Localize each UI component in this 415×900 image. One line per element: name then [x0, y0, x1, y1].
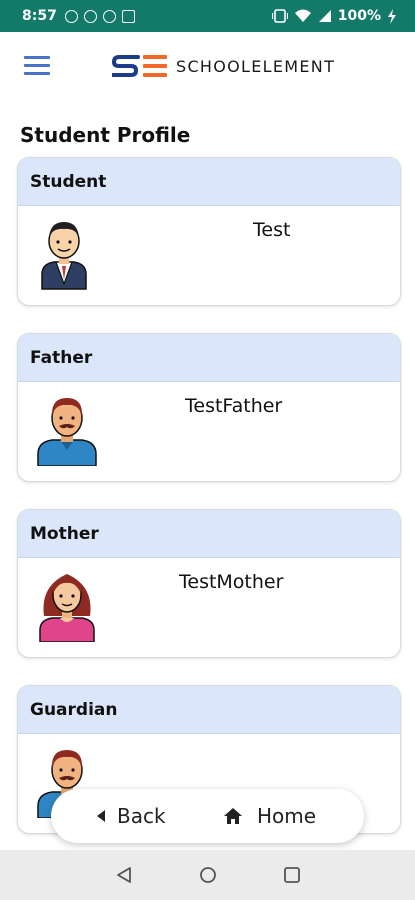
nav-back-icon[interactable]	[115, 866, 133, 884]
mother-card[interactable]: Mother TestMother	[17, 509, 401, 658]
card-heading: Guardian	[18, 686, 400, 734]
page-title: Student Profile	[20, 123, 191, 147]
app-logo: SCHOOLELEMENT	[112, 54, 335, 78]
signal-icon	[318, 10, 331, 22]
mother-name: TestMother	[179, 571, 284, 593]
system-nav-bar	[0, 850, 415, 900]
nav-home-icon[interactable]	[199, 866, 217, 884]
mother-avatar-icon	[39, 574, 95, 642]
status-time: 8:57	[22, 8, 57, 24]
logo-text: SCHOOLELEMENT	[176, 56, 336, 76]
se-logo-mark	[112, 55, 167, 77]
student-name: Test	[253, 219, 291, 241]
app-bar: SCHOOLELEMENT	[0, 32, 415, 102]
caret-left-icon	[97, 810, 105, 822]
wifi-icon	[294, 9, 311, 22]
battery-percent: 100%	[337, 8, 381, 24]
card-heading: Father	[18, 334, 400, 382]
status-right: 100%	[271, 8, 397, 24]
hamburger-menu-icon[interactable]	[24, 56, 50, 76]
home-icon	[224, 808, 242, 824]
notification-icons	[64, 9, 135, 23]
father-avatar-icon	[37, 398, 97, 466]
check-circle-icon	[102, 9, 116, 23]
image-icon	[121, 9, 135, 23]
card-heading: Student	[18, 158, 400, 206]
student-avatar-icon	[41, 222, 87, 290]
back-label: Back	[117, 804, 166, 828]
home-label: Home	[257, 804, 317, 828]
card-heading: Mother	[18, 510, 400, 558]
status-bar: 8:57 100%	[0, 0, 415, 32]
charging-icon	[388, 8, 396, 24]
app-notification-icon	[83, 9, 97, 23]
student-card[interactable]: Student Test	[17, 157, 401, 306]
father-name: TestFather	[185, 395, 283, 417]
app-notification-icon	[64, 9, 78, 23]
vibrate-icon	[271, 9, 288, 23]
nav-recents-icon[interactable]	[283, 866, 301, 884]
bottom-action-bar: Back Home	[51, 789, 364, 843]
back-button[interactable]: Back	[97, 804, 166, 828]
home-button[interactable]: Home	[223, 804, 316, 828]
father-card[interactable]: Father TestFather	[17, 333, 401, 482]
